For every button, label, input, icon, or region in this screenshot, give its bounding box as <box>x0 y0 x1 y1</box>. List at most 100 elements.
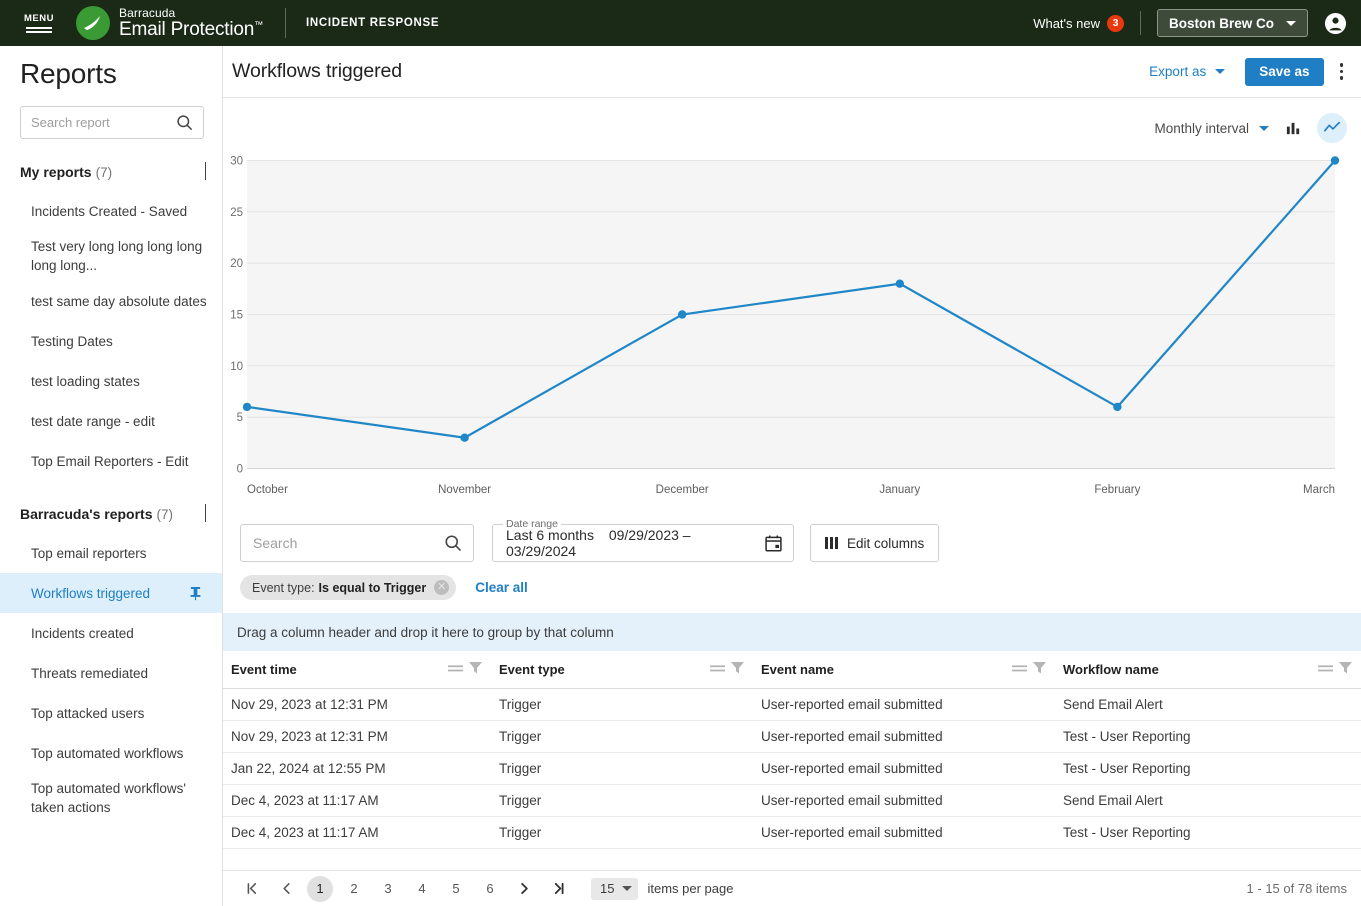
sidebar-item-incidents-created-saved[interactable]: Incidents Created - Saved <box>0 191 222 231</box>
page-button-6[interactable]: 6 <box>477 876 503 902</box>
page-button-4[interactable]: 4 <box>409 876 435 902</box>
cell-workflow-name: Send Email Alert <box>1055 784 1361 817</box>
edit-columns-button[interactable]: Edit columns <box>810 524 940 562</box>
svg-text:15: 15 <box>230 310 243 322</box>
column-header-event-time[interactable]: Event time <box>223 651 491 689</box>
prev-page-icon[interactable] <box>273 876 299 902</box>
table-row[interactable]: Nov 29, 2023 at 12:31 PM Trigger User-re… <box>223 720 1361 753</box>
cell-event-time: Dec 4, 2023 at 11:17 AM <box>223 784 491 817</box>
funnel-icon[interactable] <box>1338 660 1353 678</box>
account-circle-icon[interactable] <box>1324 12 1347 35</box>
menu-button[interactable]: MENU <box>16 13 62 33</box>
clear-all-button[interactable]: Clear all <box>475 580 528 595</box>
menu-bar <box>26 26 52 29</box>
line-chart-icon[interactable] <box>1317 113 1347 143</box>
date-range-picker[interactable]: Date range Last 6 months 09/29/2023 – 03… <box>492 518 794 562</box>
equals-icon[interactable] <box>1012 662 1027 677</box>
brand-logo-group[interactable]: Barracuda Email Protection™ <box>76 6 263 40</box>
next-page-icon[interactable] <box>511 876 537 902</box>
group-by-dropzone[interactable]: Drag a column header and drop it here to… <box>223 613 1361 651</box>
calendar-icon[interactable] <box>764 534 783 553</box>
sidebar-item-test-very-long[interactable]: Test very long long long long long long.… <box>0 231 222 281</box>
first-page-icon[interactable] <box>239 876 265 902</box>
chevron-down-icon <box>1286 20 1296 26</box>
table-row[interactable]: Nov 29, 2023 at 12:31 PM Trigger User-re… <box>223 688 1361 721</box>
reports-sidebar: Reports My reports (7) Incidents Created… <box>0 46 223 906</box>
sidebar-item-test-loading-states[interactable]: test loading states <box>0 361 222 401</box>
sidebar-item-test-date-range-edit[interactable]: test date range - edit <box>0 401 222 441</box>
table-filters: Date range Last 6 months 09/29/2023 – 03… <box>223 514 1361 562</box>
equals-icon[interactable] <box>448 662 463 677</box>
save-as-button[interactable]: Save as <box>1245 57 1324 86</box>
x-axis-ticks: October November December January Februa… <box>247 484 1335 496</box>
table-row[interactable]: Dec 4, 2023 at 11:17 AM Trigger User-rep… <box>223 816 1361 849</box>
sidebar-item-incidents-created[interactable]: Incidents created <box>0 613 222 653</box>
sidebar-item-top-attacked-users[interactable]: Top attacked users <box>0 693 222 733</box>
equals-icon[interactable] <box>710 662 725 677</box>
column-label: Event type <box>499 661 565 677</box>
column-label: Event time <box>231 661 297 677</box>
search-input[interactable] <box>20 106 204 139</box>
close-circle-icon[interactable]: ✕ <box>434 580 450 595</box>
product-name: INCIDENT RESPONSE <box>305 17 440 29</box>
sidebar-item-testing-dates[interactable]: Testing Dates <box>0 321 222 361</box>
sidebar-item-top-automated-workflows-taken-actions[interactable]: Top automated workflows' taken actions <box>0 773 222 823</box>
table-row[interactable]: Jan 22, 2024 at 12:55 PM Trigger User-re… <box>223 752 1361 785</box>
svg-text:February: February <box>1094 484 1140 496</box>
header-actions: What's new 3 Boston Brew Co <box>1033 9 1361 37</box>
funnel-icon[interactable] <box>1032 660 1047 678</box>
page-button-3[interactable]: 3 <box>375 876 401 902</box>
column-header-event-name[interactable]: Event name <box>753 651 1055 689</box>
last-page-icon[interactable] <box>545 876 571 902</box>
svg-text:October: October <box>247 484 288 496</box>
date-range-legend: Date range <box>503 518 561 530</box>
svg-text:30: 30 <box>230 156 243 168</box>
sidebar-group-barracudas-reports[interactable]: Barracuda's reports (7) <box>0 495 222 533</box>
export-as-button[interactable]: Export as <box>1143 60 1231 83</box>
column-header-workflow-name[interactable]: Workflow name <box>1055 651 1361 689</box>
whats-new-button[interactable]: What's new 3 <box>1033 14 1124 32</box>
page-button-5[interactable]: 5 <box>443 876 469 902</box>
sidebar-item-test-same-day-absolute-dates[interactable]: test same day absolute dates <box>0 281 222 321</box>
more-vertical-icon[interactable] <box>1334 59 1350 84</box>
cell-event-name: User-reported email submitted <box>753 784 1055 817</box>
page-button-2[interactable]: 2 <box>341 876 367 902</box>
pin-icon[interactable] <box>189 586 210 601</box>
header-divider <box>1139 11 1141 35</box>
interval-selector[interactable]: Monthly interval <box>1154 121 1269 136</box>
sidebar-item-top-automated-workflows[interactable]: Top automated workflows <box>0 733 222 773</box>
sidebar-item-label: Test very long long long long long long.… <box>31 239 203 273</box>
equals-icon[interactable] <box>1318 662 1333 677</box>
chart-point <box>460 433 469 442</box>
search-input[interactable] <box>240 524 474 562</box>
export-as-label: Export as <box>1149 64 1207 79</box>
chart-point <box>1330 156 1340 165</box>
filter-chip-event-type[interactable]: Event type: Is equal to Trigger ✕ <box>240 575 457 600</box>
funnel-icon[interactable] <box>468 660 483 678</box>
sidebar-item-label: Threats remediated <box>31 665 149 681</box>
columns-icon <box>825 537 838 549</box>
sidebar-item-threats-remediated[interactable]: Threats remediated <box>0 653 222 693</box>
whats-new-label: What's new <box>1033 15 1100 31</box>
sidebar-item-top-email-reporters-edit[interactable]: Top Email Reporters - Edit <box>0 441 222 481</box>
sidebar-item-label: test same day absolute dates <box>31 293 207 309</box>
items-per-page-select[interactable]: 15 <box>591 877 639 900</box>
cell-workflow-name: Test - User Reporting <box>1055 752 1361 785</box>
items-per-page-label: items per page <box>647 881 734 896</box>
sidebar-item-label: test loading states <box>31 373 140 389</box>
items-per-page-value: 15 <box>600 881 615 896</box>
table-row[interactable]: Dec 4, 2023 at 11:17 AM Trigger User-rep… <box>223 784 1361 817</box>
cell-event-type: Trigger <box>491 784 753 817</box>
page-button-1[interactable]: 1 <box>307 875 333 902</box>
column-header-event-type[interactable]: Event type <box>491 651 753 689</box>
bar-chart-icon[interactable] <box>1278 113 1308 143</box>
sidebar-group-my-reports[interactable]: My reports (7) <box>0 153 222 191</box>
sidebar-item-top-email-reporters[interactable]: Top email reporters <box>0 533 222 573</box>
tenant-selector[interactable]: Boston Brew Co <box>1156 9 1308 37</box>
header-divider <box>284 8 286 38</box>
app-header: MENU Barracuda Email Protection™ INCIDEN… <box>0 0 1361 46</box>
sidebar-item-label: Top email reporters <box>31 545 147 561</box>
group-label: My reports <box>20 164 92 180</box>
funnel-icon[interactable] <box>730 660 745 678</box>
sidebar-item-workflows-triggered[interactable]: Workflows triggered <box>0 573 222 613</box>
